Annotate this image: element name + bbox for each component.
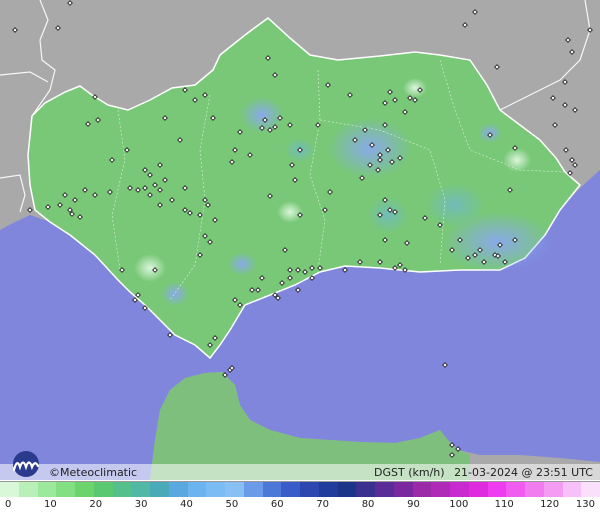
legend-swatch <box>337 482 357 497</box>
wind-gust-map <box>0 0 600 480</box>
legend-swatch <box>431 482 450 497</box>
legend-swatch <box>75 482 94 497</box>
legend-swatch <box>318 482 338 497</box>
legend-tick-labels: 0 10 20 30 40 50 60 70 80 90 100 110 120 130 <box>0 497 600 517</box>
legend-swatch <box>562 482 582 497</box>
map-frame: ©Meteoclimatic DGST (km/h) 21-03-2024 @ … <box>0 0 600 517</box>
legend-swatch <box>150 482 169 497</box>
legend-swatch <box>206 482 225 497</box>
legend-swatch <box>356 482 375 497</box>
legend-swatch <box>225 482 244 497</box>
legend-swatch <box>468 482 488 497</box>
legend-tick-100: 100 <box>449 499 469 510</box>
legend-swatch <box>37 482 57 497</box>
legend-swatch <box>18 482 38 497</box>
meteoclimatic-logo-icon <box>12 451 40 477</box>
legend-swatch <box>0 482 19 497</box>
legend-swatch <box>450 482 469 497</box>
legend-tick-40: 40 <box>180 499 193 510</box>
legend-tick-80: 80 <box>361 499 375 510</box>
legend-swatch <box>131 482 150 497</box>
legend-swatch <box>393 482 413 497</box>
legend-color-scale <box>0 481 600 498</box>
legend-swatch <box>581 482 600 497</box>
legend-tick-110: 110 <box>494 499 514 510</box>
legend-swatch <box>262 482 282 497</box>
legend-swatch <box>168 482 188 497</box>
legend-tick-120: 120 <box>540 499 560 510</box>
legend-swatch <box>56 482 75 497</box>
legend-tick-60: 60 <box>270 499 284 510</box>
legend-swatch <box>525 482 544 497</box>
legend-tick-90: 90 <box>407 499 420 510</box>
brand-credit: ©Meteoclimatic <box>49 466 138 479</box>
legend-swatch <box>506 482 525 497</box>
legend-tick-30: 30 <box>134 499 148 510</box>
map-caption: DGST (km/h) 21-03-2024 @ 23:51 UTC <box>368 465 593 480</box>
legend-swatch <box>187 482 207 497</box>
legend-swatch <box>487 482 507 497</box>
legend-tick-20: 20 <box>89 499 103 510</box>
legend-swatch <box>300 482 319 497</box>
legend-swatch <box>412 482 432 497</box>
legend-swatch <box>112 482 132 497</box>
variable-label: DGST (km/h) <box>374 466 445 479</box>
legend-swatch <box>281 482 300 497</box>
legend-tick-50: 50 <box>225 499 239 510</box>
legend-tick-130: 130 <box>575 499 595 510</box>
legend-tick-10: 10 <box>44 499 57 510</box>
legend-swatch <box>543 482 563 497</box>
legend-tick-70: 70 <box>316 499 330 510</box>
legend-swatch <box>375 482 394 497</box>
legend-swatch <box>93 482 113 497</box>
timestamp: 21-03-2024 @ 23:51 UTC <box>454 466 593 479</box>
legend-tick-0: 0 <box>5 499 12 510</box>
legend-swatch <box>243 482 263 497</box>
